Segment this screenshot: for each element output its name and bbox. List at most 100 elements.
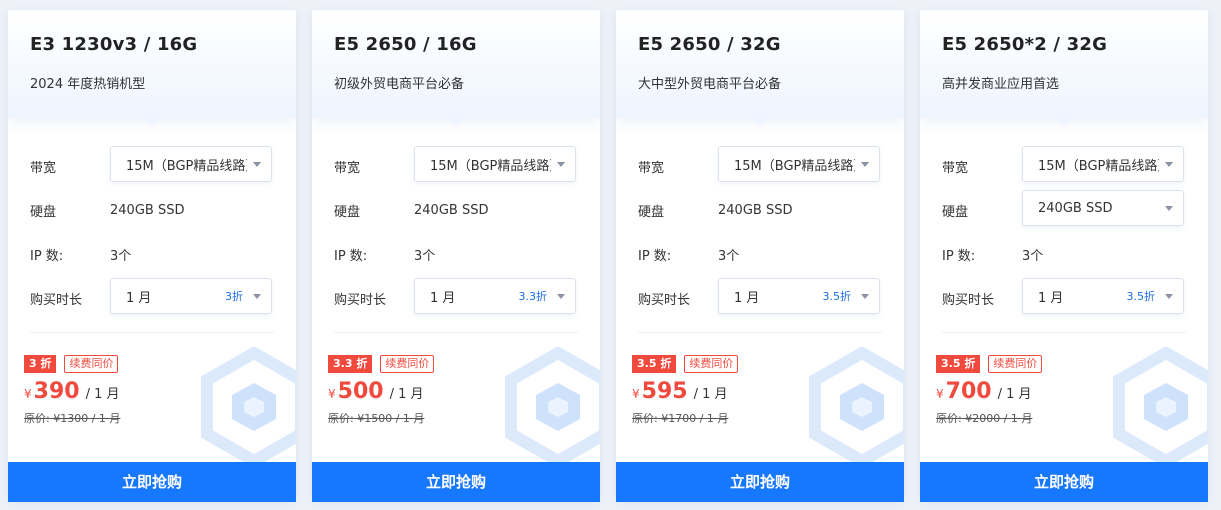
disk-value: 240GB SSD <box>718 202 793 218</box>
plan-header: E5 2650 / 16G 初级外贸电商平台必备 <box>312 10 600 126</box>
renew-badge: 续费同价 <box>64 355 119 373</box>
ip-label: IP 数: <box>638 248 672 264</box>
plan-subtitle: 2024 年度热销机型 <box>30 77 146 92</box>
disk-label: 硬盘 <box>30 204 57 220</box>
original-price: 原价: ¥1700 / 1 月 <box>632 412 729 425</box>
bandwidth-select[interactable]: 15M（BGP精品线路） <box>1022 146 1184 182</box>
ip-row: IP 数: 3个 <box>942 232 1186 276</box>
badges: 3.3 折 续费同价 <box>328 355 600 373</box>
bandwidth-label: 带宽 <box>942 160 969 176</box>
price-area: 3.5 折 续费同价 ¥ 700 / 1 月 原价: ¥2000 / 1 月 <box>920 333 1208 467</box>
plan-card: E5 2650 / 16G 初级外贸电商平台必备 带宽 15M（BGP精品线路）… <box>312 10 600 502</box>
bandwidth-row: 带宽 15M（BGP精品线路） <box>638 144 882 188</box>
bandwidth-value: 15M（BGP精品线路） <box>430 158 551 174</box>
plan-options: 带宽 15M（BGP精品线路） 硬盘 240GB SSD IP 数: 3个 购买… <box>312 118 600 333</box>
ip-label: IP 数: <box>942 248 976 264</box>
bandwidth-select[interactable]: 15M（BGP精品线路） <box>110 146 272 182</box>
price-line: ¥ 700 / 1 月 <box>936 379 1208 404</box>
ip-row: IP 数: 3个 <box>638 232 882 276</box>
duration-discount: 3.3折 <box>518 290 548 303</box>
buy-now-button[interactable]: 立即抢购 <box>616 462 904 502</box>
bandwidth-label: 带宽 <box>334 160 361 176</box>
duration-discount: 3.5折 <box>1126 290 1156 303</box>
duration-discount: 3折 <box>225 290 243 303</box>
chevron-down-icon <box>861 293 869 299</box>
currency-symbol: ¥ <box>936 387 944 401</box>
duration-select[interactable]: 1 月 3.5折 <box>718 278 880 314</box>
bandwidth-select[interactable]: 15M（BGP精品线路） <box>414 146 576 182</box>
disk-row: 硬盘 240GB SSD <box>638 188 882 232</box>
duration-select[interactable]: 1 月 3.3折 <box>414 278 576 314</box>
price-value: 390 <box>33 379 80 404</box>
ip-row: IP 数: 3个 <box>334 232 578 276</box>
bandwidth-value: 15M（BGP精品线路） <box>1038 158 1159 174</box>
badges: 3.5 折 续费同价 <box>936 355 1208 373</box>
buy-now-button[interactable]: 立即抢购 <box>920 462 1208 502</box>
ip-value: 3个 <box>110 248 132 264</box>
duration-select[interactable]: 1 月 3.5折 <box>1022 278 1184 314</box>
duration-label: 购买时长 <box>638 292 691 308</box>
chevron-down-icon <box>557 161 565 167</box>
price-line: ¥ 390 / 1 月 <box>24 379 296 404</box>
chevron-down-icon <box>253 161 261 167</box>
badges: 3.5 折 续费同价 <box>632 355 904 373</box>
duration-value: 1 月 <box>734 290 760 306</box>
plan-options: 带宽 15M（BGP精品线路） 硬盘 240GB SSD IP 数: 3个 购买… <box>8 118 296 333</box>
price-area: 3.3 折 续费同价 ¥ 500 / 1 月 原价: ¥1500 / 1 月 <box>312 333 600 467</box>
disk-select-value: 240GB SSD <box>1038 200 1113 216</box>
price-value: 500 <box>337 379 384 404</box>
duration-row: 购买时长 1 月 3.5折 <box>942 276 1186 320</box>
plan-subtitle: 初级外贸电商平台必备 <box>334 77 465 92</box>
plan-header: E3 1230v3 / 16G 2024 年度热销机型 <box>8 10 296 126</box>
plan-card: E3 1230v3 / 16G 2024 年度热销机型 带宽 15M（BGP精品… <box>8 10 296 502</box>
bandwidth-label: 带宽 <box>638 160 665 176</box>
ip-label: IP 数: <box>334 248 368 264</box>
disk-select[interactable]: 240GB SSD <box>1022 190 1184 226</box>
bandwidth-select[interactable]: 15M（BGP精品线路） <box>718 146 880 182</box>
price-period: / 1 月 <box>389 387 424 402</box>
duration-row: 购买时长 1 月 3.3折 <box>334 276 578 320</box>
price-period: / 1 月 <box>85 387 120 402</box>
price-line: ¥ 595 / 1 月 <box>632 379 904 404</box>
disk-row: 硬盘 240GB SSD <box>30 188 274 232</box>
bandwidth-value: 15M（BGP精品线路） <box>126 158 247 174</box>
discount-badge: 3.3 折 <box>328 355 373 373</box>
original-price: 原价: ¥1300 / 1 月 <box>24 412 121 425</box>
badges: 3 折 续费同价 <box>24 355 296 373</box>
plan-options: 带宽 15M（BGP精品线路） 硬盘 240GB SSD IP 数: 3个 购买… <box>616 118 904 333</box>
price-line: ¥ 500 / 1 月 <box>328 379 600 404</box>
bandwidth-row: 带宽 15M（BGP精品线路） <box>334 144 578 188</box>
disk-label: 硬盘 <box>334 204 361 220</box>
chevron-down-icon <box>1165 161 1173 167</box>
bandwidth-label: 带宽 <box>30 160 57 176</box>
ip-label: IP 数: <box>30 248 64 264</box>
duration-label: 购买时长 <box>30 292 83 308</box>
discount-badge: 3.5 折 <box>632 355 677 373</box>
price-value: 700 <box>945 379 992 404</box>
plan-header: E5 2650*2 / 32G 高并发商业应用首选 <box>920 10 1208 126</box>
disk-value: 240GB SSD <box>414 202 489 218</box>
duration-row: 购买时长 1 月 3折 <box>30 276 274 320</box>
disk-row: 硬盘 240GB SSD 240GB SSD <box>942 188 1186 232</box>
original-price: 原价: ¥1500 / 1 月 <box>328 412 425 425</box>
plan-subtitle: 大中型外贸电商平台必备 <box>638 77 782 92</box>
plan-header: E5 2650 / 32G 大中型外贸电商平台必备 <box>616 10 904 126</box>
disk-label: 硬盘 <box>638 204 665 220</box>
plan-title: E3 1230v3 / 16G <box>30 34 198 55</box>
bandwidth-row: 带宽 15M（BGP精品线路） <box>942 144 1186 188</box>
plan-title: E5 2650 / 32G <box>638 34 781 55</box>
duration-select[interactable]: 1 月 3折 <box>110 278 272 314</box>
duration-value: 1 月 <box>1038 290 1064 306</box>
plan-subtitle: 高并发商业应用首选 <box>942 77 1060 92</box>
discount-badge: 3.5 折 <box>936 355 981 373</box>
currency-symbol: ¥ <box>328 387 336 401</box>
ip-value: 3个 <box>414 248 436 264</box>
plan-title: E5 2650 / 16G <box>334 34 477 55</box>
buy-now-button[interactable]: 立即抢购 <box>8 462 296 502</box>
renew-badge: 续费同价 <box>684 355 739 373</box>
buy-now-button[interactable]: 立即抢购 <box>312 462 600 502</box>
duration-discount: 3.5折 <box>822 290 852 303</box>
price-value: 595 <box>641 379 688 404</box>
currency-symbol: ¥ <box>24 387 32 401</box>
price-period: / 1 月 <box>693 387 728 402</box>
